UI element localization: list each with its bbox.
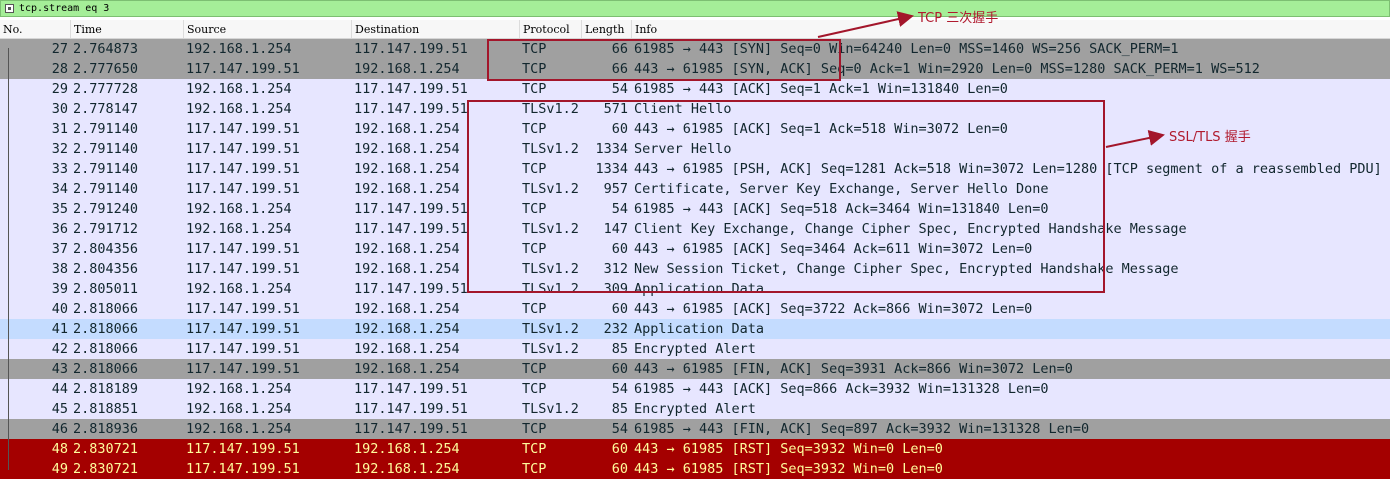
tcp-handshake-label: TCP 三次握手: [918, 11, 999, 26]
tls-handshake-label: SSL/TLS 握手: [1169, 130, 1251, 145]
tls-annotation-arrow: [1105, 130, 1165, 148]
annotation-arrows: [817, 11, 1165, 148]
tcp-annotation-arrow: [817, 11, 914, 38]
